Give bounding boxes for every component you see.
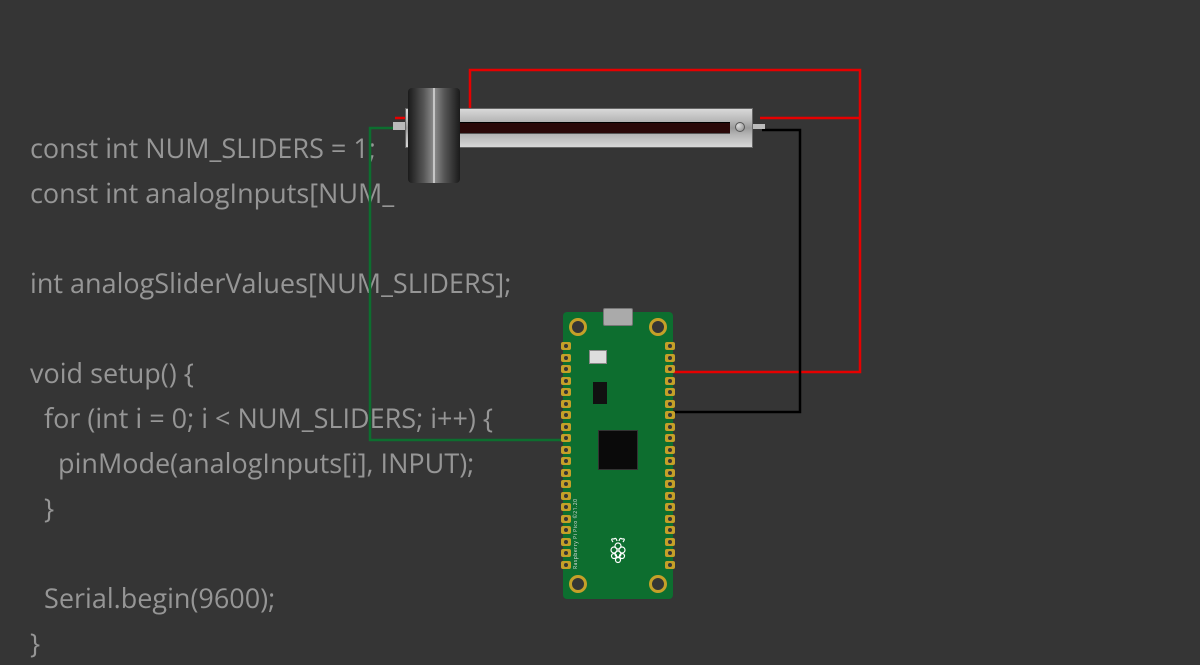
gpio-pin bbox=[561, 561, 571, 569]
gpio-pin bbox=[665, 365, 675, 373]
gpio-pin bbox=[561, 469, 571, 477]
gpio-pin bbox=[665, 423, 675, 431]
gpio-pin bbox=[665, 377, 675, 385]
gpio-pin bbox=[561, 400, 571, 408]
gpio-pin bbox=[561, 457, 571, 465]
gpio-pin bbox=[561, 492, 571, 500]
gpio-pin bbox=[665, 457, 675, 465]
gpio-pin bbox=[665, 549, 675, 557]
gpio-pin bbox=[665, 388, 675, 396]
code-line: int analogSliderValues[NUM_SLIDERS]; bbox=[30, 264, 511, 301]
gpio-pin bbox=[561, 480, 571, 488]
gpio-pin bbox=[665, 526, 675, 534]
gpio-pin bbox=[665, 538, 675, 546]
gpio-pin bbox=[665, 411, 675, 419]
gpio-pin bbox=[561, 503, 571, 511]
rp2040-chip bbox=[598, 430, 638, 470]
code-line: const int NUM_SLIDERS = 1; bbox=[30, 129, 376, 166]
slider-track bbox=[432, 122, 730, 134]
board-label: Raspberry Pi Pico ©21.20 bbox=[573, 498, 579, 569]
gpio-pin bbox=[665, 480, 675, 488]
code-line: void setup() { bbox=[30, 354, 201, 391]
flash-chip bbox=[593, 382, 607, 404]
gpio-pins-right bbox=[665, 342, 675, 569]
gpio-pin bbox=[561, 526, 571, 534]
gpio-pin bbox=[665, 561, 675, 569]
code-line: const int analogInputs[NUM_ bbox=[30, 174, 394, 211]
slider-screw bbox=[735, 122, 745, 132]
mounting-hole bbox=[649, 575, 667, 593]
slider-pin-wiper bbox=[393, 122, 405, 130]
wire-gnd bbox=[670, 130, 800, 412]
slider-pin-end bbox=[753, 124, 765, 129]
gpio-pin bbox=[561, 342, 571, 350]
gpio-pin bbox=[665, 446, 675, 454]
mounting-hole bbox=[649, 318, 667, 336]
usb-connector bbox=[603, 308, 633, 326]
gpio-pin bbox=[561, 411, 571, 419]
gpio-pin bbox=[561, 365, 571, 373]
code-line: pinMode(analogInputs[i], INPUT); bbox=[30, 444, 474, 481]
gpio-pin bbox=[561, 377, 571, 385]
gpio-pin bbox=[561, 423, 571, 431]
raspberry-pi-pico[interactable]: Raspberry Pi Pico ©21.20 bbox=[563, 312, 673, 599]
mounting-hole bbox=[569, 575, 587, 593]
code-line: } bbox=[30, 489, 54, 526]
gpio-pin bbox=[665, 492, 675, 500]
gpio-pin bbox=[665, 503, 675, 511]
code-line: Serial.begin(9600); bbox=[30, 579, 275, 616]
gpio-pin bbox=[561, 354, 571, 362]
raspberry-logo-icon bbox=[606, 536, 630, 564]
gpio-pin bbox=[665, 469, 675, 477]
gpio-pin bbox=[561, 538, 571, 546]
code-line: for (int i = 0; i < NUM_SLIDERS; i++) { bbox=[30, 399, 493, 436]
gpio-pin bbox=[561, 446, 571, 454]
gpio-pins-left bbox=[561, 342, 571, 569]
gpio-pin bbox=[665, 342, 675, 350]
bootsel-button[interactable] bbox=[589, 350, 607, 364]
gpio-pin bbox=[561, 434, 571, 442]
gpio-pin bbox=[665, 400, 675, 408]
gpio-pin bbox=[665, 354, 675, 362]
mounting-hole bbox=[569, 318, 587, 336]
gpio-pin bbox=[561, 388, 571, 396]
gpio-pin bbox=[561, 549, 571, 557]
slider-knob[interactable] bbox=[408, 88, 460, 183]
gpio-pin bbox=[561, 515, 571, 523]
gpio-pin bbox=[665, 515, 675, 523]
gpio-pin bbox=[665, 434, 675, 442]
